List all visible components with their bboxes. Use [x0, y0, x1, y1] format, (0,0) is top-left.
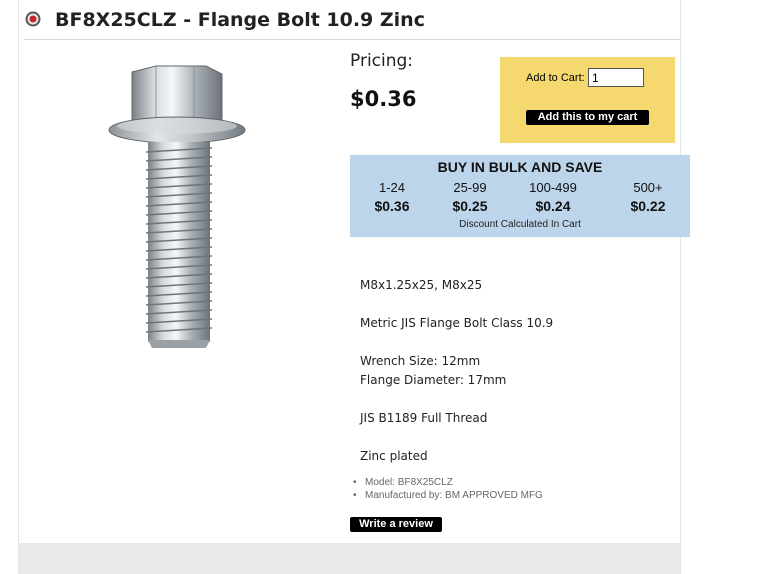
description-line: JIS B1189 Full Thread	[360, 411, 488, 425]
bulk-tier: 100-499 $0.24	[513, 179, 593, 215]
right-divider	[680, 0, 681, 574]
description-line: M8x1.25x25, M8x25	[360, 278, 483, 292]
description-line: Metric JIS Flange Bolt Class 10.9	[360, 316, 554, 330]
discount-note: Discount Calculated In Cart	[459, 219, 581, 230]
tier-range: 25-99	[453, 180, 487, 195]
tier-range: 1-24	[378, 180, 406, 195]
title-bar: BF8X25CLZ - Flange Bolt 10.9 Zinc	[24, 8, 680, 40]
add-to-cart-label: Add to Cart:	[526, 72, 585, 84]
tier-price: $0.22	[630, 198, 666, 214]
bulk-pricing-panel: BUY IN BULK AND SAVE 1-24 $0.36 25-99 $0…	[350, 155, 690, 237]
product-title: BF8X25CLZ - Flange Bolt 10.9 Zinc	[55, 9, 425, 31]
pricing-label: Pricing:	[350, 51, 414, 71]
description-line: Zinc plated	[360, 449, 428, 463]
bulk-tier: 1-24 $0.36	[352, 179, 432, 215]
tier-price: $0.36	[374, 198, 410, 214]
left-divider	[18, 0, 19, 574]
tier-range: 500+	[633, 180, 663, 195]
tier-price: $0.24	[535, 198, 571, 214]
product-meta-list: Model: BF8X25CLZ Manufactured by: BM APP…	[352, 476, 543, 502]
quantity-input[interactable]	[588, 68, 644, 87]
bulk-tier: 500+ $0.22	[608, 179, 688, 215]
description-line: Flange Diameter: 17mm	[360, 373, 507, 387]
flange-bolt-image	[108, 65, 246, 348]
footer-bar	[19, 543, 680, 574]
manufacturer-item: Manufactured by: BM APPROVED MFG	[352, 489, 543, 502]
bulk-pricing-title: BUY IN BULK AND SAVE	[437, 159, 603, 175]
model-item: Model: BF8X25CLZ	[352, 476, 543, 489]
add-to-cart-panel: Add to Cart: Add this to my cart	[500, 57, 675, 143]
write-review-button[interactable]: Write a review	[350, 517, 442, 532]
unit-price: $0.36	[350, 87, 417, 111]
red-bullet-icon	[25, 11, 41, 27]
description-line: Wrench Size: 12mm	[360, 354, 481, 368]
add-to-cart-button[interactable]: Add this to my cart	[526, 110, 649, 125]
bulk-tier: 25-99 $0.25	[430, 179, 510, 215]
tier-price: $0.25	[452, 198, 488, 214]
tier-range: 100-499	[529, 180, 577, 195]
